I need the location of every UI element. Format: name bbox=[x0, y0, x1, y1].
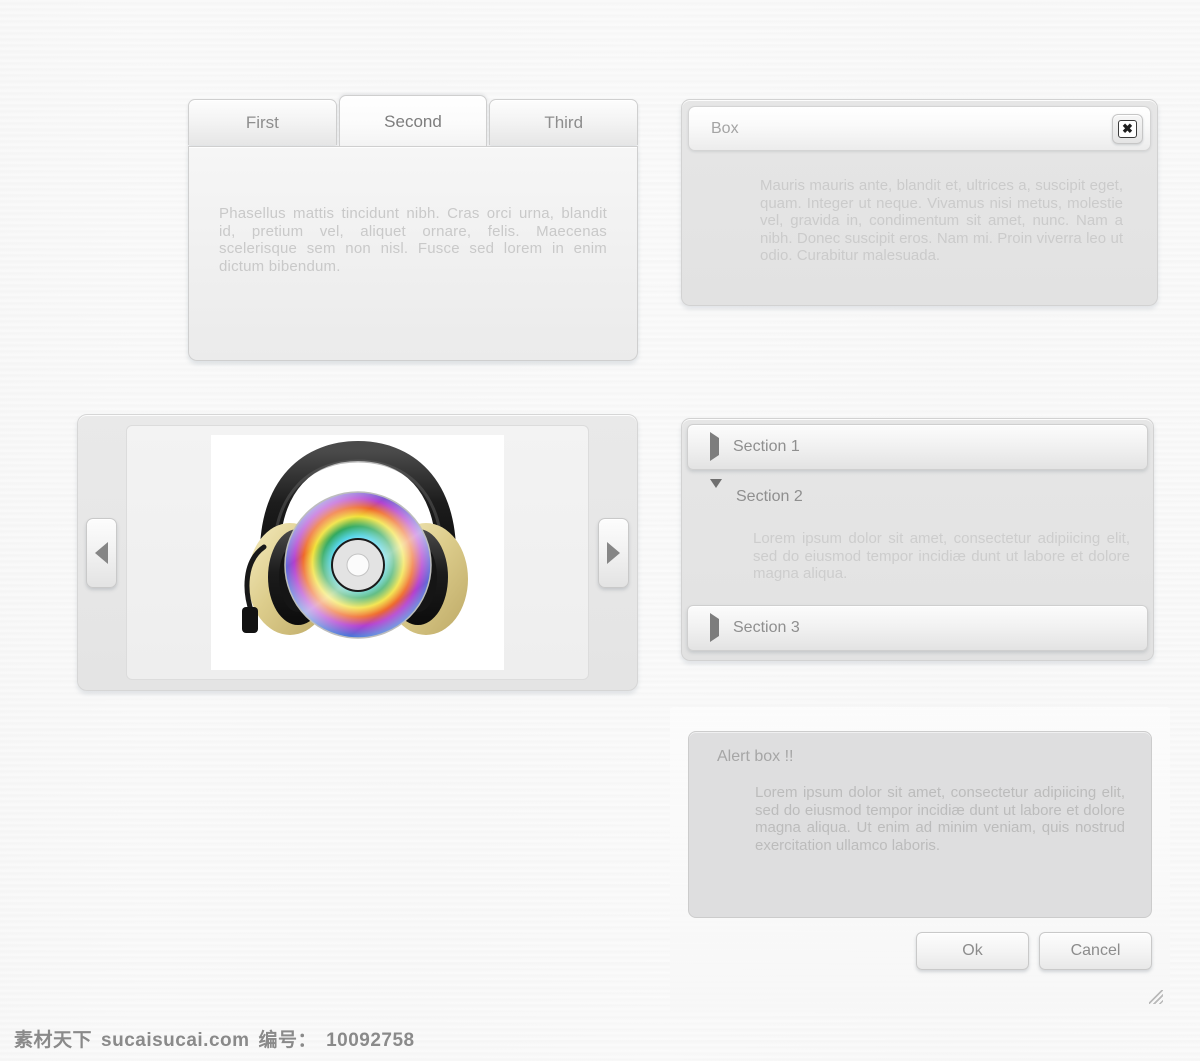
dialog-button-row: Ok Cancel bbox=[916, 932, 1152, 970]
alert-box-title: Alert box !! bbox=[717, 748, 794, 765]
box-body-text: Mauris mauris ante, blandit et, ultrices… bbox=[760, 177, 1123, 264]
tab-first[interactable]: First bbox=[188, 99, 337, 145]
watermark-id-label: 编号： bbox=[258, 1029, 318, 1051]
alert-box: Alert box !! Lorem ipsum dolor sit amet,… bbox=[688, 731, 1152, 918]
accordion-header-section-1[interactable]: Section 1 bbox=[687, 424, 1148, 470]
tab-first-label: First bbox=[245, 112, 279, 132]
carousel-viewport bbox=[126, 425, 589, 680]
box-widget: Box ✖ Mauris mauris ante, blandit et, ul… bbox=[681, 99, 1158, 306]
ok-button-label: Ok bbox=[962, 942, 983, 959]
accordion-body-section-2: Lorem ipsum dolor sit amet, consectetur … bbox=[687, 520, 1148, 605]
watermark-id-value: 10092758 bbox=[326, 1030, 415, 1051]
accordion-label-section-1: Section 1 bbox=[733, 438, 800, 455]
carousel-next-button[interactable] bbox=[598, 517, 629, 588]
dialog-widget: Alert box !! Lorem ipsum dolor sit amet,… bbox=[670, 707, 1170, 1012]
box-outer-frame: Box ✖ Mauris mauris ante, blandit et, ul… bbox=[681, 99, 1158, 306]
accordion-label-section-2: Section 2 bbox=[736, 488, 803, 505]
accordion-body-text-section-2: Lorem ipsum dolor sit amet, consectetur … bbox=[753, 530, 1130, 582]
cancel-button-label: Cancel bbox=[1070, 942, 1121, 959]
watermark-site-url: sucaisucai.com bbox=[101, 1030, 250, 1051]
tab-third-label: Third bbox=[544, 112, 584, 132]
close-x-icon: ✖ bbox=[1118, 119, 1137, 138]
carousel-slide[interactable] bbox=[211, 435, 504, 670]
carousel-widget bbox=[77, 414, 638, 691]
accordion-header-section-3[interactable]: Section 3 bbox=[687, 604, 1148, 651]
cancel-button[interactable]: Cancel bbox=[1039, 932, 1152, 970]
triangle-right-icon bbox=[710, 432, 719, 461]
ui-stage: First Second Third Phasellus mattis tinc… bbox=[0, 0, 1200, 1061]
triangle-down-icon bbox=[710, 479, 722, 506]
box-title-bar: Box ✖ bbox=[688, 106, 1151, 151]
accordion-widget: Section 1 Section 2 Lorem ipsum dolor si… bbox=[681, 418, 1154, 661]
arrow-left-icon bbox=[95, 541, 108, 564]
accordion-header-section-2[interactable]: Section 2 bbox=[687, 474, 1148, 520]
triangle-right-icon bbox=[710, 612, 719, 642]
close-x-icon-button[interactable]: ✖ bbox=[1112, 113, 1143, 144]
accordion-label-section-3: Section 3 bbox=[733, 618, 800, 636]
carousel-prev-button[interactable] bbox=[86, 517, 117, 588]
tab-bar: First Second Third bbox=[188, 95, 639, 147]
tab-panel-text: Phasellus mattis tincidunt nibh. Cras or… bbox=[219, 205, 607, 275]
tab-third[interactable]: Third bbox=[489, 99, 639, 145]
tab-second[interactable]: Second bbox=[338, 95, 488, 147]
ok-button[interactable]: Ok bbox=[916, 932, 1029, 970]
resize-grip-icon[interactable] bbox=[1149, 990, 1163, 1004]
watermark: 素材天下 sucaisucai.com 编号： 10092758 bbox=[14, 1025, 415, 1052]
arrow-right-icon bbox=[607, 541, 620, 564]
watermark-site-cn: 素材天下 bbox=[14, 1029, 93, 1051]
tab-panel: Phasellus mattis tincidunt nibh. Cras or… bbox=[188, 146, 638, 361]
box-title: Box bbox=[711, 119, 739, 137]
tabs-widget: First Second Third Phasellus mattis tinc… bbox=[188, 95, 639, 361]
alert-box-text: Lorem ipsum dolor sit amet, consectetur … bbox=[755, 784, 1125, 854]
box-body: Mauris mauris ante, blandit et, ultrices… bbox=[688, 151, 1151, 299]
headphones-with-cd-image bbox=[241, 440, 468, 639]
tab-second-label: Second bbox=[384, 111, 442, 131]
